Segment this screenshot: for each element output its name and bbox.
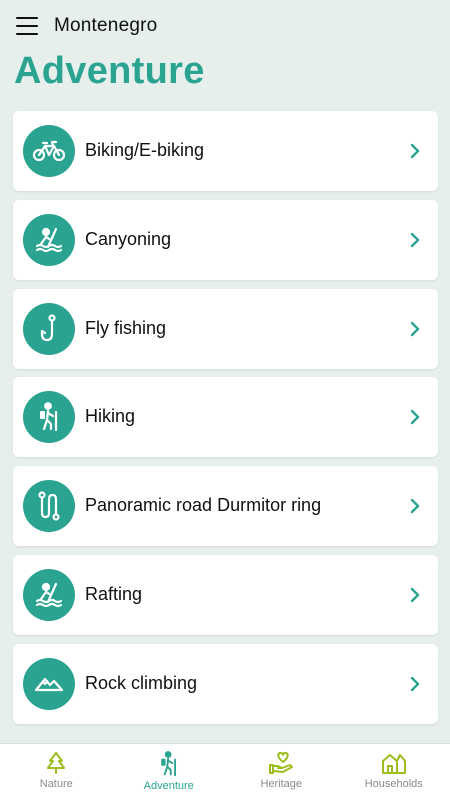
fishing-hook-icon bbox=[23, 302, 75, 355]
nav-tab-heritage[interactable]: Heritage bbox=[225, 744, 338, 800]
bottom-navigation: Nature Adventure Heritage Households bbox=[0, 743, 450, 800]
page-title: Adventure bbox=[14, 50, 205, 92]
list-item-label: Hiking bbox=[85, 406, 136, 427]
list-item-label: Fly fishing bbox=[85, 317, 167, 338]
app-bar: Montenegro bbox=[0, 0, 450, 52]
bicycle-icon bbox=[23, 125, 75, 177]
list-item-rock-climbing[interactable]: Rock climbing bbox=[13, 643, 438, 724]
chevron-right-icon bbox=[410, 143, 420, 159]
list-item-label: Rafting bbox=[85, 583, 143, 604]
activity-list: Biking/E-biking Canyoning Fly fishing Hi… bbox=[13, 111, 438, 733]
hiker-icon bbox=[23, 391, 75, 444]
nav-label: Heritage bbox=[260, 778, 303, 790]
heart-hand-icon bbox=[269, 751, 294, 774]
hiker-icon bbox=[160, 751, 176, 777]
tree-icon bbox=[47, 752, 66, 774]
chevron-right-icon bbox=[410, 321, 420, 336]
list-item-label: Biking/E-biking bbox=[85, 140, 205, 160]
nav-label: Households bbox=[364, 778, 423, 790]
chevron-right-icon bbox=[410, 587, 420, 603]
menu-icon[interactable] bbox=[14, 15, 40, 37]
list-item-canyoning[interactable]: Canyoning bbox=[13, 199, 438, 280]
rafting-icon bbox=[23, 568, 75, 621]
houses-icon bbox=[381, 754, 406, 774]
chevron-right-icon bbox=[410, 232, 420, 247]
list-item-panoramic-road[interactable]: Panoramic road Durmitor ring bbox=[13, 466, 438, 547]
chevron-right-icon bbox=[410, 676, 420, 691]
app-title: Montenegro bbox=[54, 15, 158, 36]
nav-tab-adventure[interactable]: Adventure bbox=[113, 744, 226, 800]
list-item-label: Canyoning bbox=[85, 228, 172, 249]
canyoning-icon bbox=[23, 213, 75, 266]
list-item-biking[interactable]: Biking/E-biking bbox=[13, 111, 438, 191]
list-item-hiking[interactable]: Hiking bbox=[13, 377, 438, 458]
nav-label: Adventure bbox=[143, 780, 194, 792]
mountain-icon bbox=[23, 657, 75, 710]
list-item-rafting[interactable]: Rafting bbox=[13, 554, 438, 635]
list-item-label: Rock climbing bbox=[85, 672, 198, 693]
nav-tab-households[interactable]: Households bbox=[338, 744, 450, 800]
nav-label: Nature bbox=[39, 778, 73, 790]
list-item-label: Panoramic road Durmitor ring bbox=[85, 495, 322, 516]
chevron-right-icon bbox=[410, 410, 420, 425]
winding-road-icon bbox=[23, 480, 75, 533]
list-item-fly-fishing[interactable]: Fly fishing bbox=[13, 288, 438, 369]
nav-tab-nature[interactable]: Nature bbox=[0, 744, 113, 800]
chevron-right-icon bbox=[410, 498, 420, 514]
